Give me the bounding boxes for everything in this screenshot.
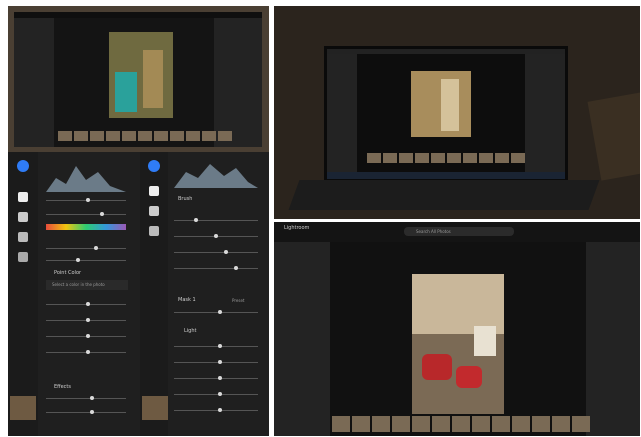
- search-bar[interactable]: Search All Photos: [404, 227, 514, 236]
- filmstrip: [332, 416, 590, 432]
- point-color-label: Point Color: [54, 270, 82, 276]
- mask-title: Mask 1: [178, 297, 196, 303]
- background-object: [587, 91, 640, 181]
- mobile-mask-panel-middle: Brush Mask 1 Preset Light: [140, 152, 269, 436]
- right-edit-panel: [214, 18, 262, 147]
- photo-thumbnail: [10, 396, 36, 420]
- edited-photo: [411, 71, 471, 137]
- add-icon[interactable]: [17, 160, 29, 172]
- mask-preset-dropdown[interactable]: Preset: [232, 298, 244, 303]
- taskbar: [327, 172, 565, 179]
- library-sidebar: [274, 242, 330, 436]
- laptop-keyboard: [288, 180, 600, 210]
- brush-section-title: Brush: [178, 196, 193, 202]
- mask-icon[interactable]: [149, 206, 159, 216]
- color-picker-label: Select a color in the photo: [52, 282, 105, 287]
- histogram: [46, 158, 126, 192]
- edit-panel: [586, 242, 640, 436]
- light-section-title: Light: [184, 328, 197, 334]
- desktop-lightroom-bottom-right: Lightroom Search All Photos: [274, 222, 640, 436]
- photo-laptop-lightroom-top-left: [8, 6, 269, 152]
- mobile-edit-panel-left: Point Color Select a color in the photo …: [8, 152, 140, 436]
- laptop-screen: [324, 46, 568, 182]
- photo-thumbnail: [142, 396, 168, 420]
- tool-strip: [140, 152, 168, 436]
- color-picker-button[interactable]: Select a color in the photo: [46, 280, 128, 290]
- edited-photo: [109, 32, 173, 118]
- hue-bar[interactable]: [46, 224, 126, 230]
- window-topbar: Lightroom Search All Photos: [274, 222, 640, 242]
- search-placeholder: Search All Photos: [416, 229, 451, 234]
- linear-gradient-icon[interactable]: [18, 212, 28, 222]
- histogram-graph: [174, 164, 258, 188]
- gradient-icon[interactable]: [149, 226, 159, 236]
- left-sidebar: [14, 18, 54, 147]
- select-subject-icon[interactable]: [18, 252, 28, 262]
- histogram-graph: [46, 166, 126, 192]
- tool-strip: [8, 152, 38, 436]
- brush-tool-icon[interactable]: [18, 192, 28, 202]
- laptop-screen: [14, 12, 262, 147]
- brush-icon[interactable]: [149, 186, 159, 196]
- filmstrip: [58, 131, 232, 141]
- app-title: Lightroom: [284, 225, 310, 231]
- photo-laptop-desk-top-right: [274, 6, 640, 219]
- radial-gradient-icon[interactable]: [18, 232, 28, 242]
- add-icon[interactable]: [148, 160, 160, 172]
- histogram: [174, 158, 258, 188]
- scooter-photo: [412, 274, 504, 414]
- effects-section-title: Effects: [54, 384, 71, 390]
